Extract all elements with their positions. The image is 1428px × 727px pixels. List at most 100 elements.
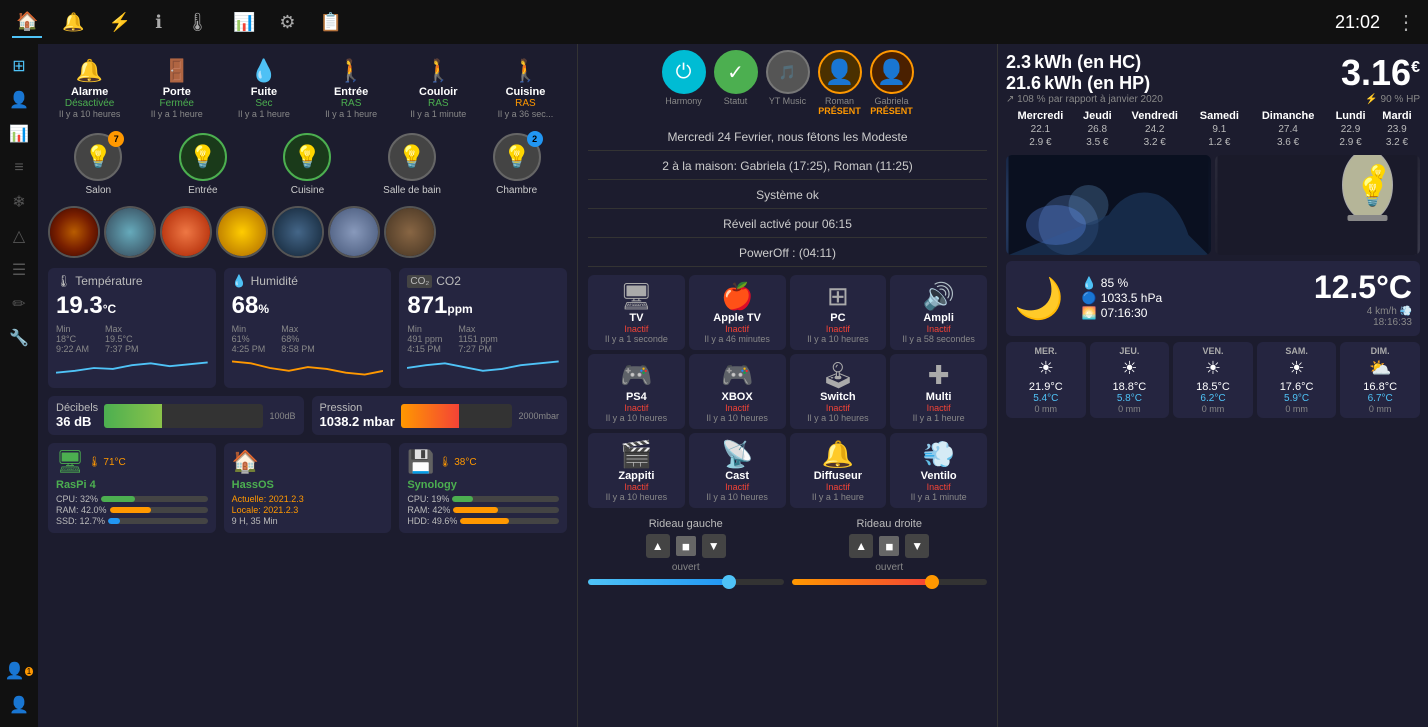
sidebar-chart-icon[interactable]: 📊: [5, 120, 33, 148]
eur-sam: 1.2 €: [1190, 136, 1250, 149]
curtain-left-slider[interactable]: [588, 579, 784, 585]
device-cast[interactable]: 📡 Cast Inactif Il y a 10 heures: [689, 433, 786, 508]
forecast-sam-low: 5.9°C: [1259, 393, 1335, 404]
scene-1[interactable]: [48, 206, 100, 258]
user-gabriela[interactable]: 👤 Gabriela PRÉSENT: [870, 50, 914, 116]
device-multi[interactable]: ✚ Multi Inactif Il y a 1 heure: [890, 354, 987, 429]
sidebar-grid-icon[interactable]: ⊞: [5, 52, 33, 80]
sidebar-snow-icon[interactable]: ❄: [5, 188, 33, 216]
alarm-item-entree[interactable]: 🚶 Entrée RAS Il y a 1 heure: [310, 54, 393, 123]
device-ampli[interactable]: 🔊 Ampli Inactif Il y a 58 secondes: [890, 275, 987, 350]
nav-temp-icon[interactable]: 🌡: [182, 8, 213, 37]
device-xbox[interactable]: 🎮 XBOX Inactif Il y a 10 heures: [689, 354, 786, 429]
nav-gear-icon[interactable]: ⚙: [275, 8, 299, 37]
couloir-status: RAS: [399, 98, 478, 109]
bulb-chambre[interactable]: 💡 2 Chambre: [466, 133, 567, 196]
tv-icon: 🖥: [594, 281, 679, 312]
weather-detail-block: 💧 85 % 🔵 1033.5 hPa 🌅 07:16:30: [1082, 276, 1162, 321]
decibels-value: 36 dB: [56, 414, 98, 429]
bulb-sdb[interactable]: 💡 Salle de bain: [362, 133, 463, 196]
device-pc[interactable]: ⊞ PC Inactif Il y a 10 heures: [790, 275, 887, 350]
day-ven: Vendredi: [1120, 109, 1190, 123]
kwh-hp-value: 21.6: [1006, 73, 1041, 93]
sidebar-edit-icon[interactable]: ✏: [5, 290, 33, 318]
device-zappiti[interactable]: 🎬 Zappiti Inactif Il y a 10 heures: [588, 433, 685, 508]
nav-bell-icon[interactable]: 🔔: [58, 8, 88, 37]
nav-info-icon[interactable]: ℹ: [151, 8, 166, 37]
camera-left[interactable]: [1006, 155, 1211, 255]
curtain-controls: Rideau gauche ▲ ■ ▼ ouvert Rideau droite…: [588, 518, 987, 585]
sidebar-profile-icon[interactable]: 👤: [5, 691, 33, 719]
nav-home-icon[interactable]: 🏠: [12, 7, 42, 38]
device-diffuseur[interactable]: 🔔 Diffuseur Inactif Il y a 1 heure: [790, 433, 887, 508]
alarme-status: Désactivée: [50, 98, 129, 109]
raspi-cpu-bar: [101, 496, 135, 502]
kwh-dim: 27.4: [1249, 123, 1327, 136]
scene-5[interactable]: [272, 206, 324, 258]
message-4: Réveil activé pour 06:15: [588, 217, 987, 231]
sidebar-triangle-icon[interactable]: △: [5, 222, 33, 250]
camera-right[interactable]: 💡: [1215, 155, 1420, 255]
device-tv[interactable]: 🖥 TV Inactif Il y a 1 seconde: [588, 275, 685, 350]
user-ytmusic[interactable]: 🎵 YT Music: [766, 50, 810, 116]
sidebar-list-icon[interactable]: ≡: [5, 154, 33, 182]
alarm-item-couloir[interactable]: 🚶 Couloir RAS Il y a 1 minute: [397, 54, 480, 123]
curtain-right-up-button[interactable]: ▲: [849, 534, 873, 558]
curtain-left-down-button[interactable]: ▼: [702, 534, 726, 558]
device-ventilo[interactable]: 💨 Ventilo Inactif Il y a 1 minute: [890, 433, 987, 508]
bulb-entree[interactable]: 💡 Entrée: [153, 133, 254, 196]
sidebar-wrench-icon[interactable]: 🔧: [5, 324, 33, 352]
curtain-right-slider[interactable]: [792, 579, 988, 585]
forecast-ven-label: VEN.: [1175, 346, 1251, 356]
user-harmony[interactable]: ⏻ Harmony: [662, 50, 706, 116]
nav-chart-icon[interactable]: 📊: [229, 8, 259, 37]
porte-time: Il y a 1 heure: [137, 109, 216, 119]
alarm-item-alarme[interactable]: 🔔 Alarme Désactivée Il y a 10 heures: [48, 54, 131, 123]
bulb-salon-icon: 💡: [85, 144, 112, 170]
alarm-item-fuite[interactable]: 💧 Fuite Sec Il y a 1 heure: [222, 54, 305, 123]
raspi-cpu-line: CPU: 32%: [56, 494, 208, 504]
hassos-card: 🏠 HassOS Actuelle: 2021.2.3 Locale: 2021…: [224, 443, 392, 533]
scene-2[interactable]: [104, 206, 156, 258]
entree-name: Entrée: [312, 86, 391, 98]
xbox-status: Inactif: [695, 403, 780, 413]
bulb-cuisine[interactable]: 💡 Cuisine: [257, 133, 358, 196]
scene-6[interactable]: [328, 206, 380, 258]
forecast-ven-low: 6.2°C: [1175, 393, 1251, 404]
cuisine-name: Cuisine: [486, 86, 565, 98]
scene-3[interactable]: [160, 206, 212, 258]
hassos-uptime: 9 H, 35 Min: [232, 516, 278, 526]
alarm-item-cuisine[interactable]: 🚶 Cuisine RAS Il y a 36 sec...: [484, 54, 567, 123]
user-statut[interactable]: ✓ Statut: [714, 50, 758, 116]
forecast-sam-high: 17.6°C: [1259, 381, 1335, 393]
device-switch[interactable]: 🕹 Switch Inactif Il y a 10 heures: [790, 354, 887, 429]
sidebar-notification-icon[interactable]: 👤1: [5, 657, 33, 685]
sidebar-menu-icon[interactable]: ☰: [5, 256, 33, 284]
menu-dots[interactable]: ⋮: [1396, 10, 1416, 35]
alarm-item-porte[interactable]: 🚪 Porte Fermée Il y a 1 heure: [135, 54, 218, 123]
curtain-right-down-button[interactable]: ▼: [905, 534, 929, 558]
device-ps4[interactable]: 🎮 PS4 Inactif Il y a 10 heures: [588, 354, 685, 429]
scene-7[interactable]: [384, 206, 436, 258]
hassos-name: HassOS: [232, 479, 384, 491]
sidebar-user-icon[interactable]: 👤: [5, 86, 33, 114]
user-roman[interactable]: 👤 Roman PRÉSENT: [818, 50, 862, 116]
scene-4[interactable]: [216, 206, 268, 258]
ventilo-icon: 💨: [896, 439, 981, 470]
nav-bolt-icon[interactable]: ⚡: [105, 8, 135, 37]
forecast-dim-high: 16.8°C: [1342, 381, 1418, 393]
temp-graph: [56, 354, 208, 382]
energy-kwh-hp: 21.6 kWh (en HP): [1006, 73, 1150, 94]
diffuseur-time: Il y a 1 heure: [796, 492, 881, 502]
switch-time: Il y a 10 heures: [796, 413, 881, 423]
nav-list-icon[interactable]: 📋: [316, 8, 346, 37]
ps4-time: Il y a 10 heures: [594, 413, 679, 423]
energy-kwh-left: 2.3 kWh (en HC) 21.6 kWh (en HP): [1006, 52, 1150, 94]
device-appletv[interactable]: 🍎 Apple TV Inactif Il y a 46 minutes: [689, 275, 786, 350]
curtain-right-stop-button[interactable]: ■: [879, 536, 899, 556]
curtain-left-title: Rideau gauche: [588, 518, 784, 530]
forecast-jeu-low: 5.8°C: [1092, 393, 1168, 404]
curtain-left-up-button[interactable]: ▲: [646, 534, 670, 558]
curtain-left-stop-button[interactable]: ■: [676, 536, 696, 556]
bulb-salon[interactable]: 💡 7 Salon: [48, 133, 149, 196]
